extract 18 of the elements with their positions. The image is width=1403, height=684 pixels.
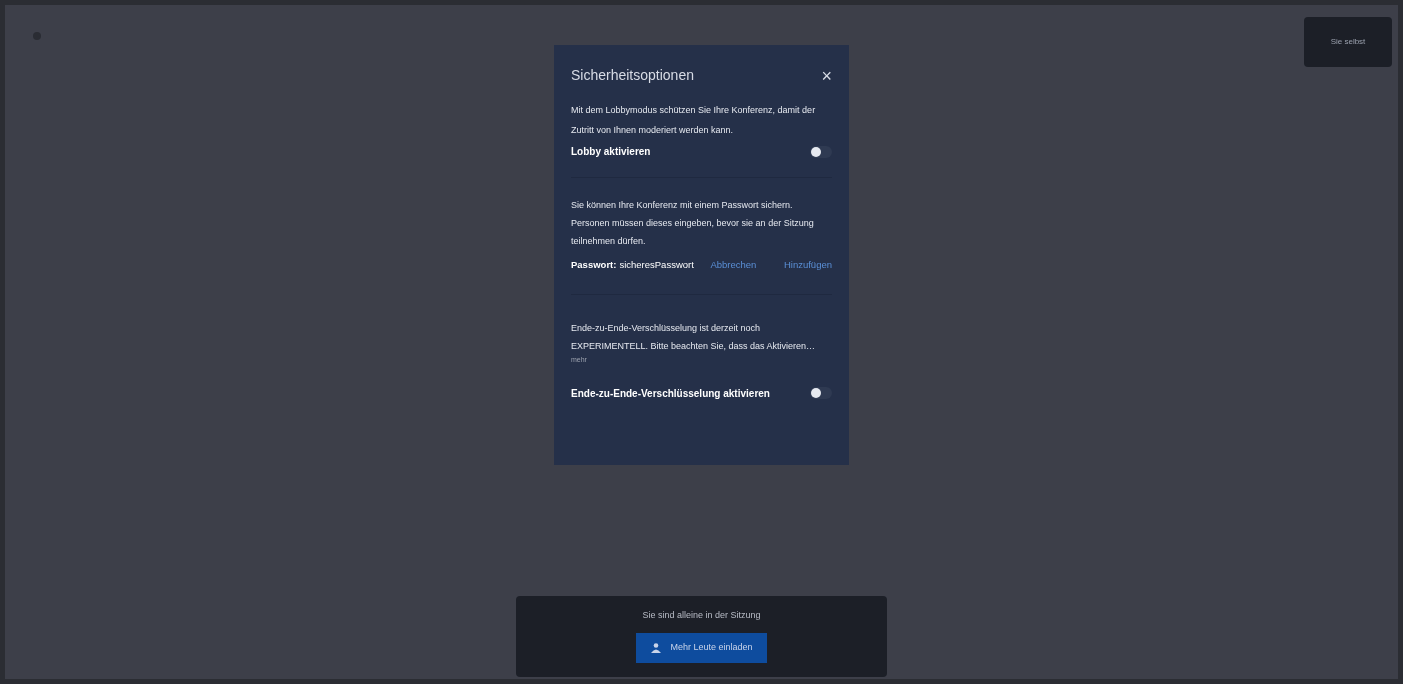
toggle-switch[interactable] (810, 387, 832, 400)
encryption-description: Ende-zu-Ende-Verschlüsselung ist derzeit noch EXPERIMENTELL. Bitte beachten Sie, dass das Aktivieren… (571, 322, 817, 354)
password-description: Sie können Ihre Konferenz mit einem Passwort sichern. Personen müssen dieses eingeben, bevor sie an der Sitzung teilnehmen dürfen. (571, 199, 815, 248)
cancel-link[interactable]: Abbrechen (710, 258, 757, 273)
notice-text: Sie sind alleine in der Sitzung (642, 609, 761, 622)
person-add-icon (650, 641, 663, 654)
participant-tile[interactable]: Sie selbst (1304, 17, 1392, 67)
participant-name: Sie selbst (1330, 36, 1366, 48)
password-field[interactable]: sicheresPasswort (619, 258, 708, 273)
add-link[interactable]: Hinzufügen (783, 258, 832, 273)
password-label: Passwort: (571, 258, 617, 272)
lobby-description: Mit dem Lobbymodus schützen Sie Ihre Konferenz, damit der Zutritt von Ihnen moderiert werden kann. (571, 104, 817, 137)
dialog-title: Sicherheitsoptionen (571, 66, 694, 85)
invite-button[interactable]: Mehr Leute einladen (636, 632, 767, 663)
close-button[interactable]: × (821, 66, 832, 85)
encryption-label: Ende-zu-Ende-Verschlüsselung aktivieren (571, 386, 770, 401)
lobby-label: Lobby aktivieren (571, 145, 651, 159)
toggle-switch[interactable] (810, 145, 832, 158)
